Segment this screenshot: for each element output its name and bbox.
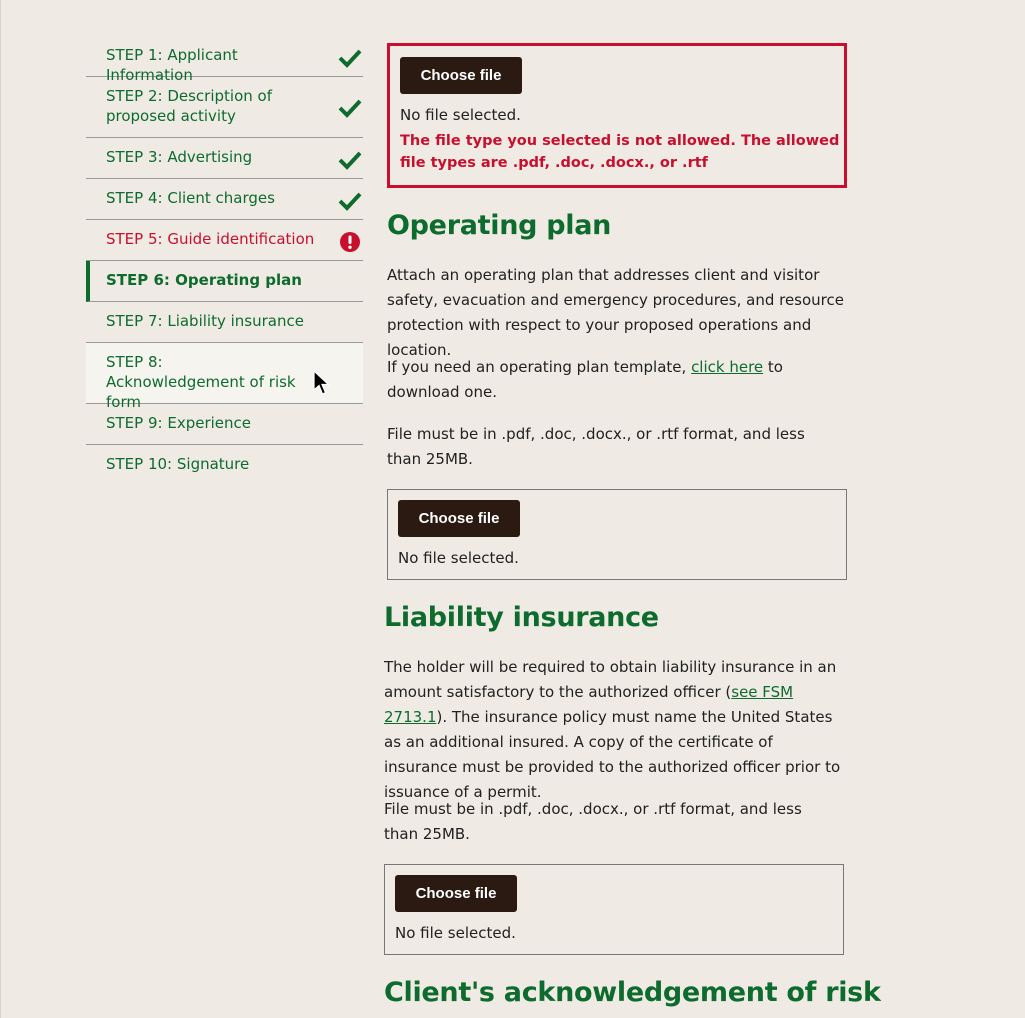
checkmark-icon: [338, 189, 362, 213]
sidebar-step-label: STEP 3: Advertising: [106, 148, 253, 166]
mouse-pointer-icon: [313, 370, 331, 395]
liability-text-after: ). The insurance policy must name the Un…: [384, 708, 841, 801]
liability-file-requirements: File must be in .pdf, .doc, .docx., or .…: [384, 800, 802, 843]
template-text-before: If you need an operating plan template,: [387, 358, 692, 376]
choose-file-button[interactable]: Choose file: [400, 57, 522, 94]
sidebar-step-label: STEP 7: Liability insurance: [106, 312, 304, 330]
sidebar-step-3[interactable]: STEP 3: Advertising: [86, 138, 363, 179]
liability-file-upload: Choose file No file selected.: [384, 864, 844, 955]
liability-insurance-description: The holder will be required to obtain li…: [384, 655, 842, 805]
checkmark-icon: [338, 46, 362, 70]
section-heading-operating-plan: Operating plan: [387, 210, 612, 241]
operating-plan-file-upload: Choose file No file selected.: [387, 489, 847, 580]
section-heading-acknowledgement: Client's acknowledgement of risk: [384, 977, 881, 1008]
sidebar-step-6[interactable]: STEP 6: Operating plan: [86, 261, 363, 302]
file-upload-error: Choose file No file selected. The file t…: [387, 43, 847, 188]
step-navigation: STEP 1: Applicant Information STEP 2: De…: [86, 36, 363, 486]
operating-plan-file-requirements: File must be in .pdf, .doc, .docx., or .…: [387, 425, 805, 468]
template-download-link[interactable]: click here: [691, 358, 763, 376]
section-heading-liability-insurance: Liability insurance: [384, 602, 659, 633]
sidebar-step-label: STEP 8: Acknowledgement of risk form: [106, 353, 296, 411]
sidebar-step-label: STEP 6: Operating plan: [106, 271, 302, 289]
choose-file-button[interactable]: Choose file: [395, 875, 517, 912]
operating-plan-template-text: If you need an operating plan template, …: [387, 355, 842, 405]
file-status-text: No file selected.: [395, 924, 516, 942]
sidebar-step-2[interactable]: STEP 2: Description of proposed activity: [86, 77, 363, 138]
sidebar-step-7[interactable]: STEP 7: Liability insurance: [86, 302, 363, 343]
sidebar-step-4[interactable]: STEP 4: Client charges: [86, 179, 363, 220]
sidebar-step-5[interactable]: STEP 5: Guide identification: [86, 220, 363, 261]
sidebar-step-label: STEP 10: Signature: [106, 455, 250, 473]
sidebar-step-label: STEP 4: Client charges: [106, 189, 275, 207]
checkmark-icon: [338, 96, 362, 120]
sidebar-step-label: STEP 5: Guide identification: [106, 230, 315, 248]
page-left-edge: [0, 0, 1, 1018]
exclamation-icon: [338, 230, 362, 254]
file-error-message: The file type you selected is not allowe…: [400, 133, 840, 171]
sidebar-step-9[interactable]: STEP 9: Experience: [86, 404, 363, 445]
file-status-text: No file selected.: [398, 549, 519, 567]
sidebar-step-10[interactable]: STEP 10: Signature: [86, 445, 363, 486]
choose-file-button[interactable]: Choose file: [398, 500, 520, 537]
file-status-text: No file selected.: [400, 106, 521, 124]
sidebar-step-label: STEP 9: Experience: [106, 414, 251, 432]
sidebar-step-label: STEP 2: Description of proposed activity: [106, 87, 272, 125]
checkmark-icon: [338, 148, 362, 172]
sidebar-step-1[interactable]: STEP 1: Applicant Information: [86, 36, 363, 84]
operating-plan-description: Attach an operating plan that addresses …: [387, 266, 844, 359]
